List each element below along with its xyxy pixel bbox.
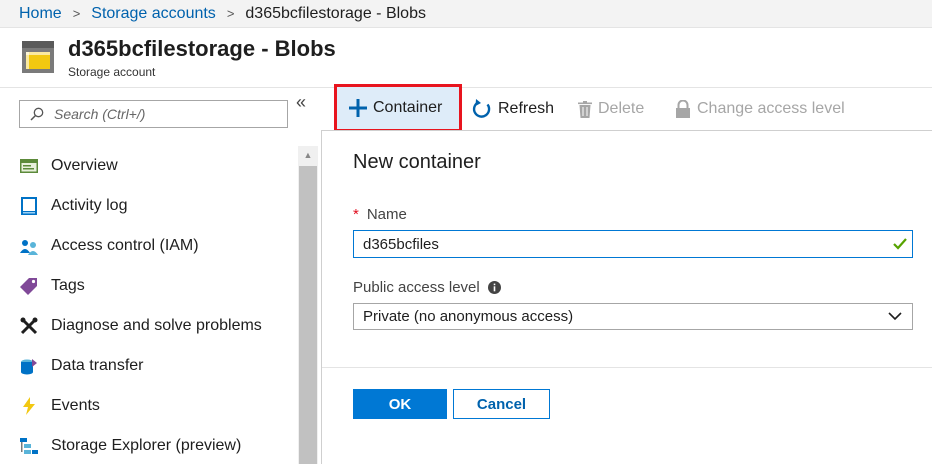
blob-toolbar: Container Refresh Delete Change access l… [318,84,932,132]
info-icon[interactable] [487,281,501,294]
sidebar-item-data-transfer[interactable]: Data transfer [0,346,298,386]
refresh-icon [472,99,492,119]
change-access-level-label: Change access level [697,100,845,117]
sidebar-item-label: Data transfer [51,357,144,374]
sidebar-search[interactable] [19,100,288,128]
container-name-input[interactable] [354,234,893,254]
sidebar-item-overview[interactable]: Overview [0,146,298,186]
public-access-label-text: Public access level [353,279,480,296]
activity-log-icon [19,196,39,216]
wrench-icon [19,316,39,336]
sidebar-nav: Overview Activity log Access control (IA… [0,146,298,466]
breadcrumb-storage-accounts[interactable]: Storage accounts [91,5,216,23]
refresh-label: Refresh [498,100,555,117]
chevron-down-icon [888,312,902,321]
panel-title: New container [353,151,481,173]
delete-label: Delete [598,100,645,117]
sidebar-item-diagnose[interactable]: Diagnose and solve problems [0,306,298,346]
sidebar-item-activity-log[interactable]: Activity log [0,186,298,226]
plus-icon [349,99,367,117]
breadcrumb: Home > Storage accounts > d365bcfilestor… [0,0,932,28]
scrollbar-thumb[interactable] [299,166,317,464]
sidebar-item-label: Diagnose and solve problems [51,317,262,334]
sidebar-item-tags[interactable]: Tags [0,266,298,306]
checkmark-icon [893,238,907,250]
container-name-field[interactable] [353,230,913,258]
public-access-level-value: Private (no anonymous access) [363,308,574,325]
add-container-label: Container [373,99,443,116]
sidebar-item-label: Events [51,397,100,414]
sidebar-item-label: Tags [51,277,85,294]
sidebar-item-label: Storage Explorer (preview) [51,437,242,454]
public-access-level-dropdown[interactable]: Private (no anonymous access) [353,303,913,330]
page-header: d365bcfilestorage - Blobs Storage accoun… [0,29,932,88]
sidebar-scrollbar[interactable]: ▲ [298,146,318,464]
trash-icon [578,100,592,118]
overview-icon [19,156,39,176]
data-transfer-icon [19,356,39,376]
breadcrumb-current: d365bcfilestorage - Blobs [245,4,426,22]
refresh-button[interactable]: Refresh [472,88,554,130]
sidebar-item-storage-explorer[interactable]: Storage Explorer (preview) [0,426,298,466]
name-label-text: Name [366,206,407,223]
storage-account-icon [22,41,54,73]
iam-icon [19,236,39,256]
divider [322,367,932,368]
public-access-field-label: Public access level [353,279,501,296]
delete-button[interactable]: Delete [578,88,644,130]
add-container-button[interactable]: Container [334,84,462,132]
cancel-button[interactable]: Cancel [453,389,550,419]
lightning-icon [19,396,39,416]
chevron-right-icon: > [226,6,235,21]
lock-icon [675,100,691,118]
new-container-panel: New container * Name Public access level… [321,130,932,464]
sidebar-item-events[interactable]: Events [0,386,298,426]
search-input[interactable] [52,105,287,123]
chevron-right-icon: > [72,6,81,21]
page-title: d365bcfilestorage - Blobs [68,36,336,61]
breadcrumb-home[interactable]: Home [19,5,62,23]
sidebar-item-access-control[interactable]: Access control (IAM) [0,226,298,266]
page-subtitle: Storage account [68,65,156,79]
sidebar-item-label: Access control (IAM) [51,237,199,254]
change-access-level-button[interactable]: Change access level [675,88,845,130]
sidebar-item-label: Activity log [51,197,128,214]
search-icon [30,107,44,121]
sidebar-item-label: Overview [51,157,118,174]
tag-icon [19,276,39,296]
name-field-label: * Name [353,206,407,223]
required-marker: * [353,206,359,223]
sidebar: « Overview Activity log Access control (… [0,88,318,464]
storage-explorer-icon [19,436,39,456]
ok-button[interactable]: OK [353,389,447,419]
scroll-up-arrow-icon[interactable]: ▲ [298,146,318,164]
collapse-sidebar-button[interactable]: « [296,92,306,113]
